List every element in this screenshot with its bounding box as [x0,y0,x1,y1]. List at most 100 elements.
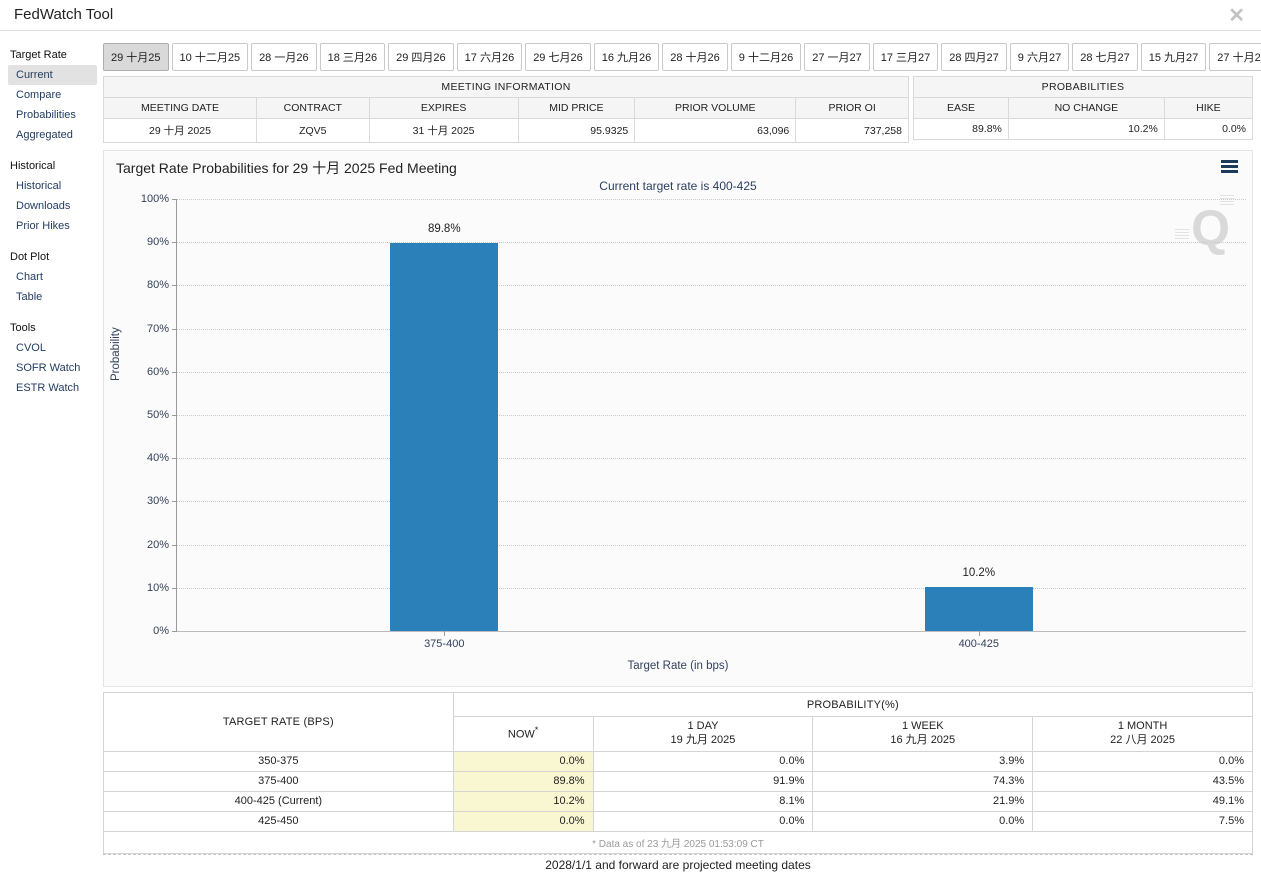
one-week-label: 1 WEEK [901,720,944,732]
meeting-tab[interactable]: 27 十月27 [1209,43,1261,71]
data-as-of-note: * Data as of 23 九月 2025 01:53:09 CT [103,830,1253,854]
now-footnote-mark: * [534,725,539,736]
col-ease: EASE [913,97,1009,119]
sidebar-item-downloads[interactable]: Downloads [8,196,97,216]
probability-group-header: PROBABILITY(%) [452,692,1254,717]
y-tick-mark [172,587,177,589]
day-cell: 0.0% [592,810,814,832]
sidebar-item-historical[interactable]: Historical [8,176,97,196]
y-tick-label: 100% [140,193,169,205]
chart-subtitle: Current target rate is 400-425 [599,179,757,193]
y-tick-mark [172,458,177,460]
meeting-tab[interactable]: 28 四月27 [941,43,1007,71]
meeting-tab[interactable]: 10 十二月25 [171,43,249,71]
y-tick-label: 70% [146,322,169,335]
week-cell: 3.9% [812,750,1034,772]
chart-menu-icon[interactable] [1221,160,1238,175]
y-tick-mark [172,199,177,200]
col-prior-oi: PRIOR OI [795,97,909,119]
week-cell: 0.0% [812,810,1034,832]
meeting-tab[interactable]: 15 九月27 [1140,43,1207,71]
day-cell: 8.1% [592,790,814,812]
gridline [177,285,1246,287]
meeting-tab[interactable]: 18 三月26 [319,43,386,71]
meeting-tab[interactable]: 9 十二月26 [730,43,802,71]
meeting-date-tabs: 29 十月25 10 十二月25 28 一月26 18 三月26 29 四月26… [103,43,1261,71]
probability-table: TARGET RATE (BPS) PROBABILITY(%) NOW* 1 … [103,692,1254,854]
now-cell: 0.0% [452,810,594,832]
y-tick-label: 30% [146,495,169,508]
probability-chart: Target Rate Probabilities for 29 十月 2025… [103,150,1253,687]
meeting-tab[interactable]: 29 十月25 [103,43,169,71]
meeting-tab[interactable]: 28 十月26 [662,43,728,71]
y-tick-mark [172,501,177,503]
sidebar-item-prior-hikes[interactable]: Prior Hikes [8,216,97,236]
col-no-change: NO CHANGE [1007,97,1165,119]
y-tick-label: 20% [146,538,169,551]
table-footnote-row: * Data as of 23 九月 2025 01:53:09 CT [103,830,1253,854]
y-tick-mark [172,631,177,632]
probability-table-wrap: TARGET RATE (BPS) PROBABILITY(%) NOW* 1 … [103,692,1254,855]
sidebar-item-current[interactable]: Current [8,65,97,85]
window-header: FedWatch Tool ✕ [0,0,1261,31]
meeting-tab[interactable]: 28 七月27 [1072,43,1138,71]
x-tick-label: 400-425 [958,638,999,650]
meeting-date-value: 29 十月 2025 [103,118,257,143]
probability-bar [924,586,1033,631]
sidebar-item-sofr-watch[interactable]: SOFR Watch [8,358,97,378]
no-change-value: 10.2% [1007,118,1165,140]
month-cell: 7.5% [1032,810,1253,832]
probabilities-summary-table: PROBABILITIES EASE NO CHANGE HIKE 89.8% … [913,76,1254,140]
one-day-header: 1 DAY 19 九月 2025 [592,716,814,752]
sidebar-item-compare[interactable]: Compare [8,85,97,105]
sidebar-item-table[interactable]: Table [8,287,97,307]
one-week-header: 1 WEEK 16 九月 2025 [812,716,1034,752]
gridline [177,458,1246,460]
meeting-tab[interactable]: 17 三月27 [872,43,939,71]
one-week-date: 16 九月 2025 [890,733,956,746]
gridline [177,328,1246,330]
gridline [177,501,1246,503]
one-day-label: 1 DAY [687,720,719,732]
meeting-tab[interactable]: 27 一月27 [804,43,870,71]
probabilities-title: PROBABILITIES [913,76,1253,98]
gridline [177,242,1246,244]
now-cell: 10.2% [452,790,594,812]
sidebar-section-target-rate: Target Rate [10,49,67,61]
meeting-tab[interactable]: 17 六月26 [456,43,523,71]
col-hike: HIKE [1163,97,1254,119]
y-tick-mark [172,415,177,416]
sidebar-item-aggregated[interactable]: Aggregated [8,125,97,145]
y-tick-label: 10% [146,581,169,594]
table-row: 425-450 0.0% 0.0% 0.0% 7.5% [103,810,1253,832]
rate-cell: 375-400 [103,770,454,792]
sidebar-item-estr-watch[interactable]: ESTR Watch [8,378,97,398]
now-cell: 89.8% [452,770,594,792]
meeting-tab[interactable]: 16 九月26 [593,43,660,71]
table-row: 400-425 (Current) 10.2% 8.1% 21.9% 49.1% [103,790,1253,812]
rate-cell: 350-375 [103,750,454,772]
one-day-date: 19 九月 2025 [670,733,736,746]
close-icon[interactable]: ✕ [1228,3,1245,28]
sidebar: Target Rate Current Compare Probabilitie… [0,43,101,398]
meeting-tab[interactable]: 29 七月26 [525,43,591,71]
page-title: FedWatch Tool [14,6,114,23]
col-expires: EXPIRES [368,97,519,119]
target-rate-header: TARGET RATE (BPS) [103,692,454,752]
sidebar-item-chart[interactable]: Chart [8,267,97,287]
x-axis-title: Target Rate (in bps) [627,660,729,672]
col-prior-volume: PRIOR VOLUME [634,97,797,119]
y-tick-mark [172,285,177,287]
contract-value: ZQV5 [255,118,370,143]
sidebar-item-probabilities[interactable]: Probabilities [8,105,97,125]
gridline [177,544,1246,546]
rate-cell: 425-450 [103,810,454,832]
week-cell: 74.3% [812,770,1034,792]
y-tick-label: 40% [146,452,169,465]
sidebar-section-tools: Tools [10,322,36,334]
sidebar-item-cvol[interactable]: CVOL [8,338,97,358]
meeting-tab[interactable]: 29 四月26 [388,43,454,71]
one-month-date: 22 八月 2025 [1110,733,1175,746]
meeting-tab[interactable]: 28 一月26 [251,43,317,71]
meeting-tab[interactable]: 9 六月27 [1009,43,1070,71]
